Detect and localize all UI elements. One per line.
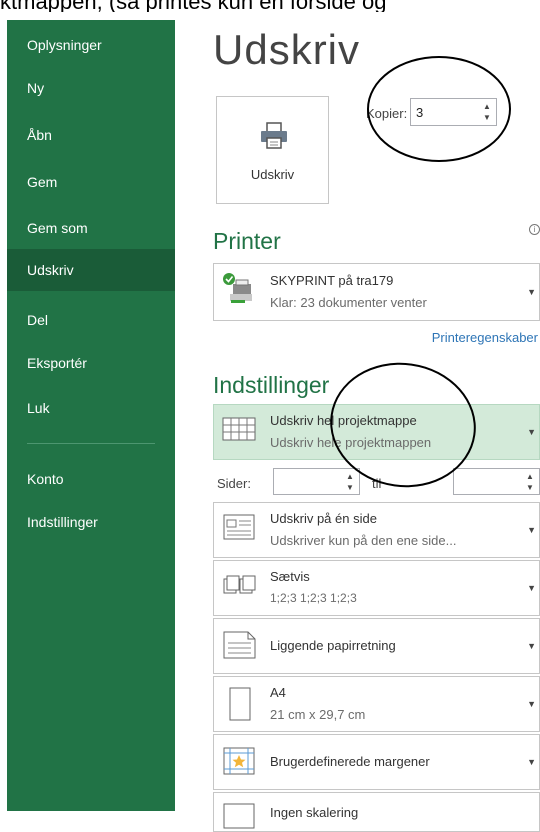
- spin-up-icon[interactable]: ▲: [345, 472, 355, 482]
- chevron-down-icon: ▼: [527, 641, 536, 651]
- orientation-dropdown[interactable]: Liggende papirretning ▼: [213, 618, 540, 674]
- printer-status-icon: [223, 273, 252, 303]
- orientation-title: Liggende papirretning: [270, 638, 396, 653]
- paper-a4-icon: [229, 687, 251, 721]
- workbook-grid-icon: [222, 417, 256, 441]
- sidebar-item-ny[interactable]: Ny: [7, 67, 175, 109]
- collate-title: Sætvis: [270, 569, 310, 584]
- sidebar-item-luk[interactable]: Luk: [7, 387, 175, 429]
- printer-dropdown[interactable]: SKYPRINT på tra179 Klar: 23 dokumenter v…: [213, 263, 540, 321]
- info-icon[interactable]: i: [529, 224, 540, 235]
- chevron-down-icon: ▼: [527, 757, 536, 767]
- printer-heading: Printer: [213, 228, 281, 254]
- sidebar-item-indstillinger[interactable]: Indstillinger: [7, 501, 175, 543]
- spin-down-icon[interactable]: ▼: [345, 483, 355, 493]
- one-sided-page-icon: [223, 514, 255, 540]
- printer-properties-link[interactable]: Printeregenskaber: [432, 330, 538, 345]
- spin-down-icon[interactable]: ▼: [525, 483, 535, 493]
- print-button-label: Udskriv: [250, 167, 295, 182]
- chevron-down-icon: ▼: [527, 427, 536, 437]
- sidebar-item-gem-som[interactable]: Gem som: [7, 207, 175, 249]
- page-title: Udskriv: [213, 26, 361, 73]
- scaling-title: Ingen skalering: [270, 805, 359, 820]
- printer-name: SKYPRINT på tra179: [270, 273, 394, 288]
- sidebar-item-oplysninger[interactable]: Oplysninger: [7, 24, 175, 66]
- pages-to-input[interactable]: ▲ ▼: [453, 468, 540, 495]
- sides-dropdown[interactable]: Udskriv på én side Udskriver kun på den …: [213, 502, 540, 558]
- chevron-down-icon: ▼: [527, 699, 536, 709]
- spin-up-icon[interactable]: ▲: [525, 472, 535, 482]
- sidebar-item-eksporter[interactable]: Eksportér: [7, 342, 175, 384]
- print-button[interactable]: Udskriv: [216, 96, 329, 204]
- chevron-down-icon: ▼: [527, 583, 536, 593]
- paper-size-subtitle: 21 cm x 29,7 cm: [270, 707, 366, 722]
- paper-size-title: A4: [270, 685, 286, 700]
- margins-dropdown[interactable]: Brugerdefinerede margener ▼: [213, 734, 540, 790]
- sides-subtitle: Udskriver kun på den ene side...: [270, 533, 457, 548]
- sides-title: Udskriv på én side: [270, 511, 377, 526]
- collate-pages-icon: [223, 575, 256, 594]
- landscape-page-icon: [223, 631, 256, 659]
- sidebar-item-del[interactable]: Del: [7, 299, 175, 341]
- chevron-down-icon: ▼: [527, 287, 536, 297]
- chevron-down-icon: ▼: [527, 525, 536, 535]
- collate-subtitle: 1;2;3 1;2;3 1;2;3: [270, 591, 357, 605]
- sidebar-item-udskriv[interactable]: Udskriv: [7, 249, 175, 291]
- settings-heading: Indstillinger: [213, 372, 330, 398]
- scaling-icon: [223, 803, 255, 829]
- sidebar-item-gem[interactable]: Gem: [7, 161, 175, 203]
- pages-from-input[interactable]: ▲ ▼: [273, 468, 360, 495]
- paper-size-dropdown[interactable]: A4 21 cm x 29,7 cm ▼: [213, 676, 540, 732]
- backstage-sidebar: Oplysninger Ny Åbn Gem Gem som Udskriv D…: [7, 20, 175, 811]
- margins-title: Brugerdefinerede margener: [270, 754, 430, 769]
- annotation-circle: [367, 56, 511, 162]
- scaling-dropdown[interactable]: Ingen skalering: [213, 792, 540, 832]
- sidebar-divider: [27, 443, 155, 444]
- caption-text: ktmappen, (så printes kun én forside og: [0, 0, 540, 12]
- custom-margins-icon: [223, 747, 255, 775]
- pages-label: Sider:: [217, 476, 251, 491]
- collate-dropdown[interactable]: Sætvis 1;2;3 1;2;3 1;2;3 ▼: [213, 560, 540, 616]
- sidebar-item-konto[interactable]: Konto: [7, 458, 175, 500]
- printer-status: Klar: 23 dokumenter venter: [270, 295, 427, 310]
- printer-icon: [261, 122, 287, 149]
- sidebar-item-aabn[interactable]: Åbn: [7, 114, 175, 156]
